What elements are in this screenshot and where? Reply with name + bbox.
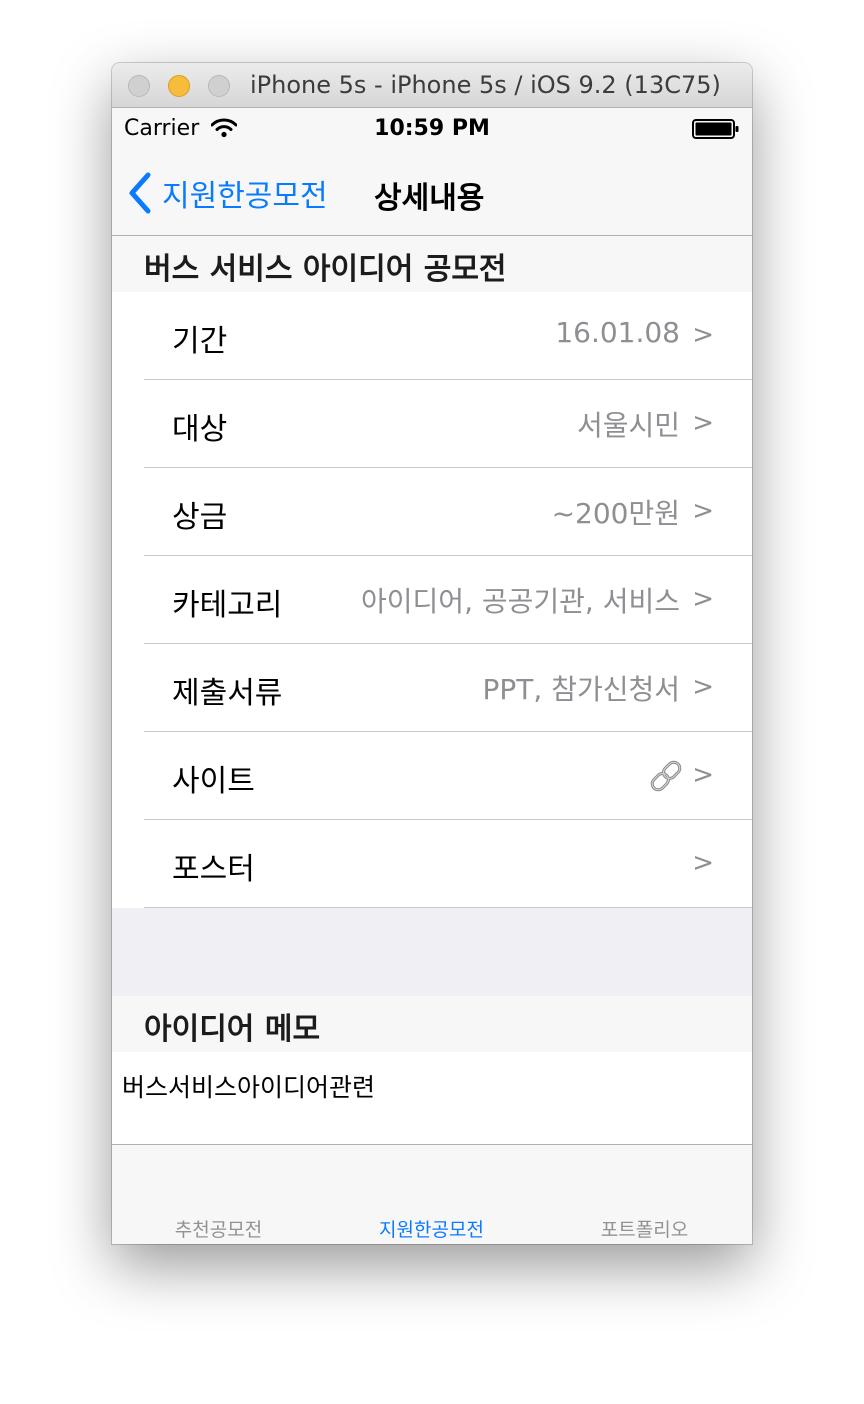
window-title: iPhone 5s - iPhone 5s / iOS 9.2 (13C75) <box>250 71 721 99</box>
row-label: 제출서류 <box>172 676 283 711</box>
row-site[interactable]: 사이트 > <box>112 732 752 820</box>
row-label: 카테고리 <box>172 588 283 623</box>
link-icon <box>650 760 682 792</box>
detail-table: 기간 16.01.08 > 대상 서울시민 > 상금 ~200만원 > 카테고리… <box>112 292 752 908</box>
section-header-contest: 버스 서비스 아이디어 공모전 <box>112 236 752 292</box>
tab-label: 지원한공모전 <box>379 1219 484 1241</box>
row-separator <box>144 907 752 908</box>
memo-title: 아이디어 메모 <box>144 1012 321 1047</box>
chevron-right-icon: > <box>692 496 714 526</box>
close-window-button[interactable] <box>128 75 150 97</box>
chevron-right-icon: > <box>692 848 714 878</box>
simulator-window: iPhone 5s - iPhone 5s / iOS 9.2 (13C75) … <box>112 63 752 1244</box>
chevron-right-icon: > <box>692 584 714 614</box>
tab-bar: 추천공모전 지원한공모전 포트폴리오 <box>112 1145 752 1244</box>
memo-textview[interactable]: 버스서비스아이디어관련 <box>112 1052 752 1145</box>
chevron-right-icon: > <box>692 672 714 702</box>
navigation-title: 상세내용 <box>374 181 485 216</box>
row-value: 아이디어, 공공기관, 서비스 <box>361 585 680 618</box>
row-label: 사이트 <box>172 764 255 799</box>
row-documents[interactable]: 제출서류 PPT, 참가신청서 > <box>112 644 752 732</box>
battery-icon <box>692 119 739 139</box>
back-chevron-icon <box>129 172 151 214</box>
memo-text: 버스서비스아이디어관련 <box>122 1073 376 1102</box>
zoom-window-button[interactable] <box>208 75 230 97</box>
chevron-right-icon: > <box>692 408 714 438</box>
tab-applied[interactable]: 지원한공모전 <box>325 1145 538 1244</box>
status-time: 10:59 PM <box>374 116 490 141</box>
tab-label: 추천공모전 <box>174 1219 263 1241</box>
back-button[interactable]: 지원한공모전 <box>126 170 328 216</box>
row-value: 16.01.08 <box>555 316 680 349</box>
tab-portfolio[interactable]: 포트폴리오 <box>538 1145 751 1244</box>
section-title: 버스 서비스 아이디어 공모전 <box>144 252 507 287</box>
navigation-bar: 지원한공모전 상세내용 <box>112 148 752 236</box>
row-poster[interactable]: 포스터 > <box>112 820 752 908</box>
device-screen: Carrier 10:59 PM 지원한공모전 상세내용 버스 서비스 아이디어… <box>112 108 752 1244</box>
window-titlebar: iPhone 5s - iPhone 5s / iOS 9.2 (13C75) <box>112 63 752 108</box>
row-category[interactable]: 카테고리 아이디어, 공공기관, 서비스 > <box>112 556 752 644</box>
back-button-label: 지원한공모전 <box>162 179 328 214</box>
row-label: 대상 <box>172 412 228 447</box>
row-value: ~200만원 <box>551 497 680 530</box>
tab-recommended[interactable]: 추천공모전 <box>112 1145 325 1244</box>
row-label: 포스터 <box>172 852 255 887</box>
row-label: 상금 <box>172 500 228 535</box>
status-bar: Carrier 10:59 PM <box>112 108 752 148</box>
chevron-right-icon: > <box>692 760 714 790</box>
row-target[interactable]: 대상 서울시민 > <box>112 380 752 468</box>
row-period[interactable]: 기간 16.01.08 > <box>112 292 752 380</box>
row-value: PPT, 참가신청서 <box>482 673 680 706</box>
row-label: 기간 <box>172 324 228 359</box>
row-prize[interactable]: 상금 ~200만원 > <box>112 468 752 556</box>
row-value: 서울시민 <box>576 409 680 442</box>
section-header-memo: 아이디어 메모 <box>112 996 752 1052</box>
tab-label: 포트폴리오 <box>600 1219 689 1241</box>
minimize-window-button[interactable] <box>168 75 190 97</box>
chevron-right-icon: > <box>692 320 714 350</box>
